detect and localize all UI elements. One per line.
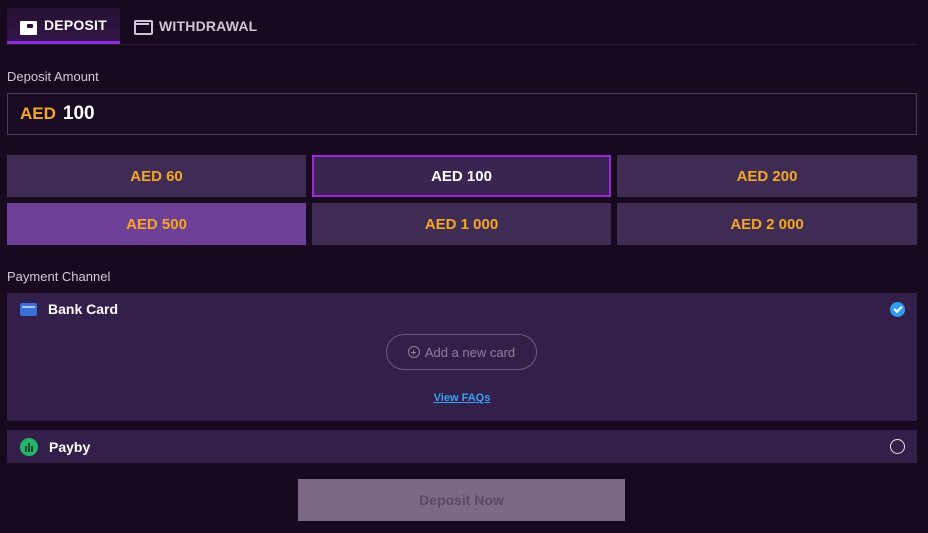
tab-bar: DEPOSIT WITHDRAWAL xyxy=(7,8,917,45)
payment-channel-label: Payment Channel xyxy=(7,269,111,284)
bank-card-label: Bank Card xyxy=(48,301,119,317)
tab-deposit-label: DEPOSIT xyxy=(44,16,107,33)
bank-card-header[interactable]: Bank Card xyxy=(7,293,917,325)
radio-unselected-icon[interactable] xyxy=(890,439,905,454)
preset-aed-2000[interactable]: AED 2 000 xyxy=(617,203,917,245)
preset-aed-1000[interactable]: AED 1 000 xyxy=(312,203,611,245)
payby-label: Payby xyxy=(49,438,91,455)
preset-aed-500[interactable]: AED 500 xyxy=(7,203,306,245)
tab-deposit[interactable]: DEPOSIT xyxy=(7,8,120,44)
add-new-card-label: Add a new card xyxy=(424,344,516,360)
preset-aed-100[interactable]: AED 100 xyxy=(312,155,611,197)
deposit-amount-label: Deposit Amount xyxy=(7,69,99,84)
deposit-now-button[interactable]: Deposit Now xyxy=(298,479,625,521)
card-icon xyxy=(134,19,153,35)
add-new-card-button[interactable]: Add a new card xyxy=(386,334,537,370)
plus-circle-icon xyxy=(407,346,420,358)
preset-aed-60[interactable]: AED 60 xyxy=(7,155,306,197)
checkmark-icon xyxy=(890,302,905,317)
view-faqs-link[interactable]: View FAQs xyxy=(7,392,917,404)
deposit-amount-field[interactable]: AED xyxy=(7,93,917,135)
tab-withdrawal-label: WITHDRAWAL xyxy=(159,18,258,34)
channel-payby[interactable]: Payby xyxy=(7,430,917,463)
payby-icon xyxy=(20,437,38,456)
bank-card-icon xyxy=(20,302,37,316)
amount-currency: AED xyxy=(20,104,56,123)
payby-header[interactable]: Payby xyxy=(7,430,917,463)
wallet-icon xyxy=(19,18,37,35)
preset-aed-200[interactable]: AED 200 xyxy=(617,155,917,197)
deposit-amount-input[interactable] xyxy=(62,103,363,125)
tab-withdrawal[interactable]: WITHDRAWAL xyxy=(120,8,269,44)
channel-bank-card[interactable]: Bank Card Add a new card View FAQs xyxy=(7,293,917,421)
